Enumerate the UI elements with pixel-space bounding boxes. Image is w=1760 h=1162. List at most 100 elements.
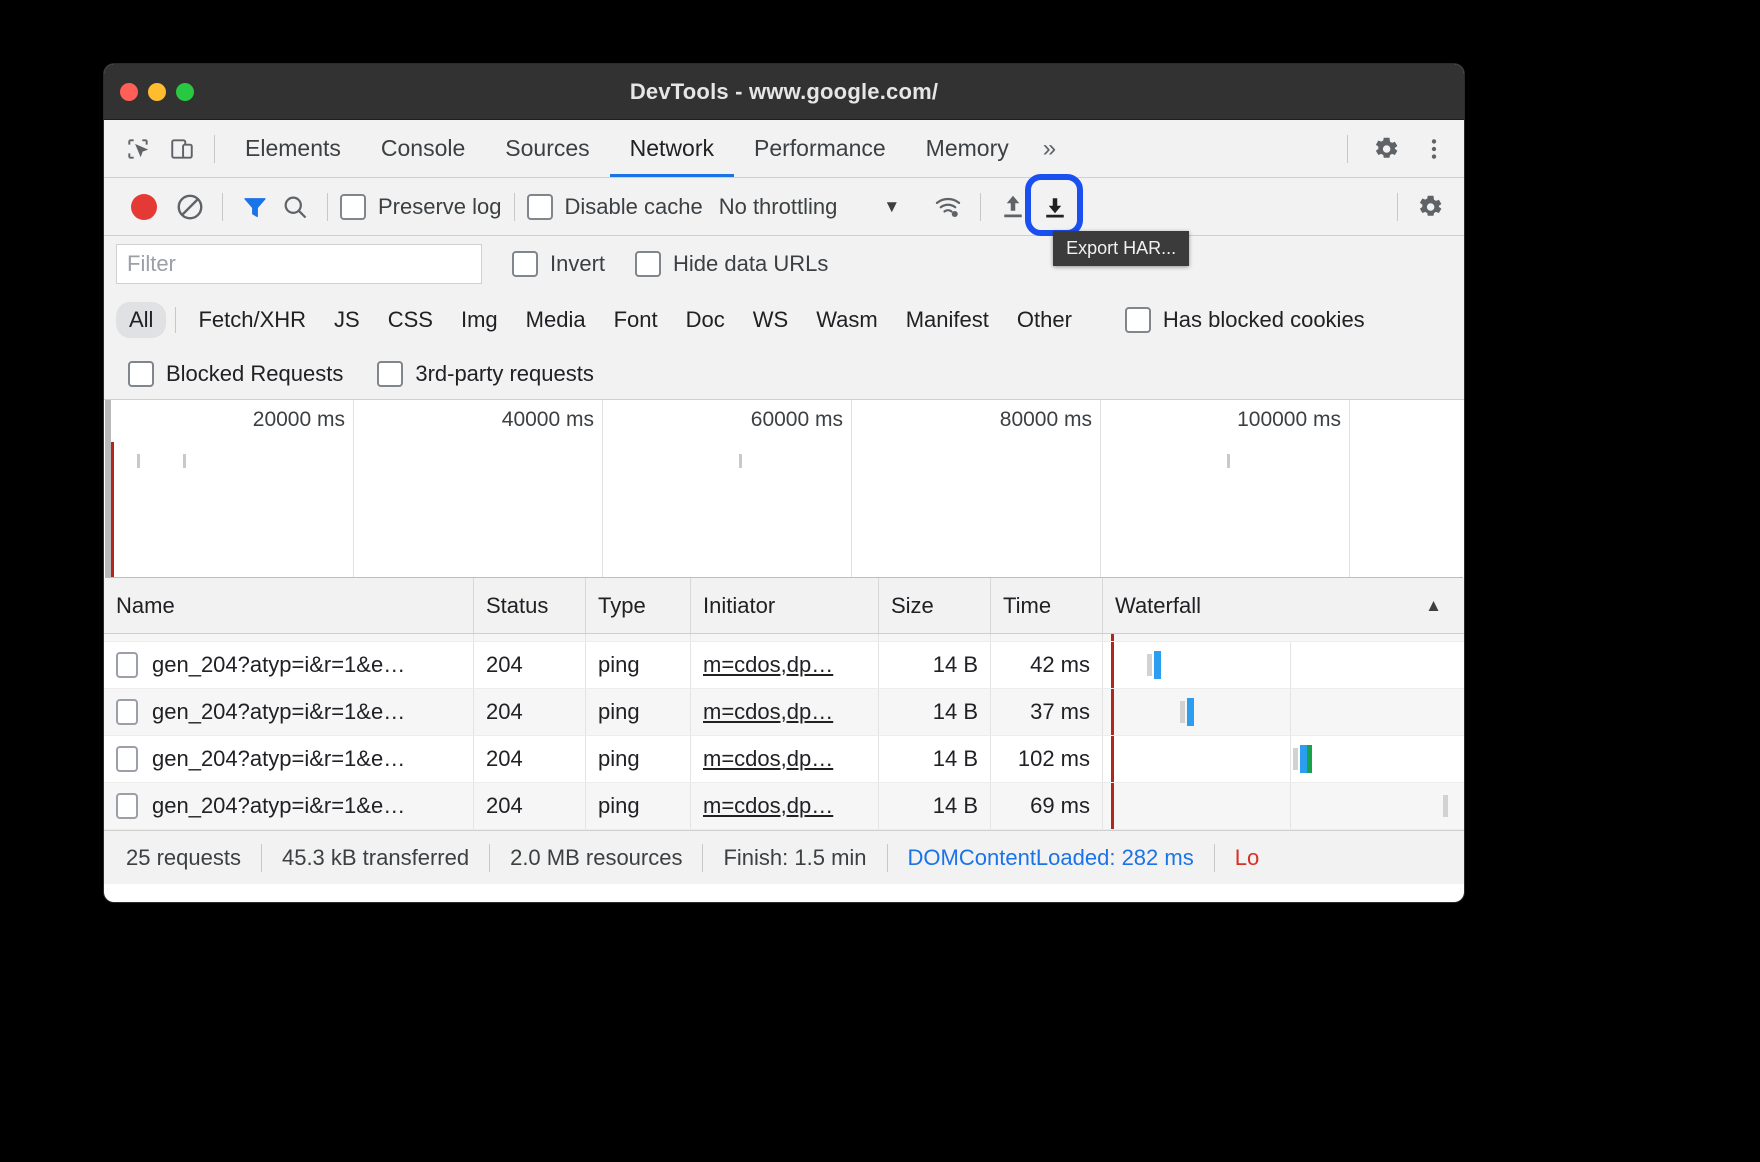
gear-icon[interactable] [1364, 127, 1408, 171]
tab-network[interactable]: Network [609, 120, 735, 177]
disable-cache-box[interactable] [526, 193, 553, 220]
finish-time: Finish: 1.5 min [723, 844, 867, 870]
filter-input[interactable]: Filter [116, 244, 482, 284]
tab-performance[interactable]: Performance [734, 120, 906, 177]
export-har-button-wrap: Export HAR... [1025, 173, 1190, 266]
blocked-requests-row: Blocked Requests 3rd-party requests [104, 348, 1464, 400]
row-checkbox[interactable] [116, 652, 138, 678]
network-settings-gear-icon[interactable] [1410, 187, 1450, 227]
status-divider [886, 843, 888, 872]
tab-memory[interactable]: Memory [906, 120, 1029, 177]
column-header-name[interactable]: Name [104, 578, 474, 633]
column-header-initiator[interactable]: Initiator [691, 578, 879, 633]
cell-type: ping [586, 689, 691, 735]
cell-size: 14 B [879, 642, 991, 688]
disable-cache-label: Disable cache [564, 193, 703, 219]
disable-cache-checkbox[interactable]: Disable cache [526, 193, 703, 220]
cell-name: gen_204?atyp=i&r=1&e… [104, 689, 474, 735]
wifi-settings-icon[interactable] [928, 187, 968, 227]
blocked-requests-checkbox[interactable]: Blocked Requests [128, 360, 343, 387]
type-chip-media[interactable]: Media [513, 302, 599, 338]
tab-sources[interactable]: Sources [485, 120, 609, 177]
cell-name: gen_204?atyp=i&r=1&e… [104, 736, 474, 782]
requests-table-header: Name Status Type Initiator Size Time Wat… [104, 578, 1464, 634]
invert-checkbox[interactable]: Invert [512, 251, 605, 277]
inspect-element-icon[interactable] [116, 127, 160, 171]
request-name: gen_204?atyp=i&r=1&e… [152, 652, 406, 677]
cell-name: gen_204?atyp=i&r=1&e… [104, 783, 474, 829]
type-chip-ws[interactable]: WS [740, 302, 801, 338]
type-chip-manifest[interactable]: Manifest [893, 302, 1002, 338]
third-party-requests-label: 3rd-party requests [415, 360, 594, 386]
invert-box[interactable] [512, 251, 538, 277]
initiator-link[interactable]: m=cdos,dp… [703, 652, 833, 678]
initiator-link[interactable]: m=cdos,dp… [703, 746, 833, 772]
initiator-link[interactable]: m=cdos,dp… [703, 793, 833, 819]
network-overview-timeline[interactable]: 20000 ms 40000 ms 60000 ms 80000 ms 1000… [105, 400, 1463, 578]
more-tabs-chevron-icon[interactable]: » [1029, 135, 1070, 163]
minimize-window-button[interactable] [148, 82, 166, 101]
type-chip-font[interactable]: Font [601, 302, 671, 338]
cell-time: 42 ms [991, 642, 1103, 688]
overview-segment-1: 20000 ms [111, 400, 354, 577]
throttling-dropdown[interactable]: No throttling ▼ [719, 194, 900, 220]
cell-status: 204 [474, 689, 586, 735]
overview-request-tick [183, 454, 186, 468]
type-chip-img[interactable]: Img [448, 302, 511, 338]
type-chip-fetch-xhr[interactable]: Fetch/XHR [185, 302, 319, 338]
has-blocked-cookies-checkbox[interactable]: Has blocked cookies [1124, 307, 1365, 333]
type-chip-other[interactable]: Other [1004, 302, 1085, 338]
cell-status: 204 [474, 736, 586, 782]
cell-initiator: m=cdos,dp… [691, 783, 879, 829]
kebab-menu-icon[interactable] [1412, 127, 1456, 171]
status-divider [702, 843, 704, 872]
export-har-download-icon[interactable] [1035, 187, 1075, 227]
initiator-link[interactable]: m=cdos,dp… [703, 699, 833, 725]
clear-button[interactable] [170, 187, 210, 227]
column-header-waterfall[interactable]: Waterfall ▲ [1103, 578, 1464, 633]
type-chip-js[interactable]: JS [321, 302, 373, 338]
maximize-window-button[interactable] [176, 82, 194, 101]
column-header-time[interactable]: Time [991, 578, 1103, 633]
column-header-size[interactable]: Size [879, 578, 991, 633]
status-divider [1213, 843, 1215, 872]
filter-icon[interactable] [235, 187, 275, 227]
window-titlebar: DevTools - www.google.com/ [104, 64, 1464, 120]
close-window-button[interactable] [120, 82, 138, 101]
tab-elements[interactable]: Elements [225, 120, 361, 177]
row-checkbox[interactable] [116, 699, 138, 725]
device-toolbar-icon[interactable] [160, 127, 204, 171]
type-chip-wasm[interactable]: Wasm [803, 302, 891, 338]
table-row[interactable]: gen_204?atyp=i&r=1&e… 204 ping m=cdos,dp… [104, 783, 1464, 830]
tabbar-actions [1335, 127, 1456, 171]
search-icon[interactable] [275, 187, 315, 227]
type-chip-all[interactable]: All [116, 302, 167, 338]
third-party-requests-checkbox[interactable]: 3rd-party requests [377, 360, 594, 387]
table-row[interactable]: gen_204?atyp=i&r=1&e… 204 ping m=cdos,dp… [104, 642, 1464, 689]
overview-tick-label-40000: 40000 ms [501, 408, 594, 431]
column-header-type[interactable]: Type [586, 578, 691, 633]
tab-console[interactable]: Console [361, 120, 485, 177]
column-header-status[interactable]: Status [474, 578, 586, 633]
type-chip-css[interactable]: CSS [375, 302, 446, 338]
hide-data-urls-box[interactable] [635, 251, 662, 277]
type-chip-doc[interactable]: Doc [673, 302, 738, 338]
has-blocked-cookies-box[interactable] [1124, 307, 1151, 333]
record-button[interactable] [131, 193, 157, 220]
row-checkbox[interactable] [116, 746, 138, 772]
table-row[interactable]: gen_204?atyp=i&r=1&e… 204 ping m=cdos,dp… [104, 689, 1464, 736]
cell-waterfall [1103, 634, 1464, 641]
cell-status: 204 [474, 783, 586, 829]
cell-waterfall [1103, 736, 1464, 782]
overview-tick-label-100000: 100000 ms [1237, 408, 1341, 431]
table-row-partial[interactable] [104, 634, 1464, 642]
blocked-requests-box[interactable] [128, 360, 154, 387]
third-party-requests-box[interactable] [377, 360, 404, 387]
row-checkbox[interactable] [116, 793, 138, 819]
dom-content-loaded-time: DOMContentLoaded: 282 ms [907, 844, 1194, 870]
preserve-log-checkbox[interactable]: Preserve log [340, 193, 502, 220]
import-har-upload-icon[interactable] [993, 187, 1033, 227]
preserve-log-box[interactable] [340, 193, 366, 220]
table-row[interactable]: gen_204?atyp=i&r=1&e… 204 ping m=cdos,dp… [104, 736, 1464, 783]
hide-data-urls-checkbox[interactable]: Hide data URLs [635, 251, 828, 277]
